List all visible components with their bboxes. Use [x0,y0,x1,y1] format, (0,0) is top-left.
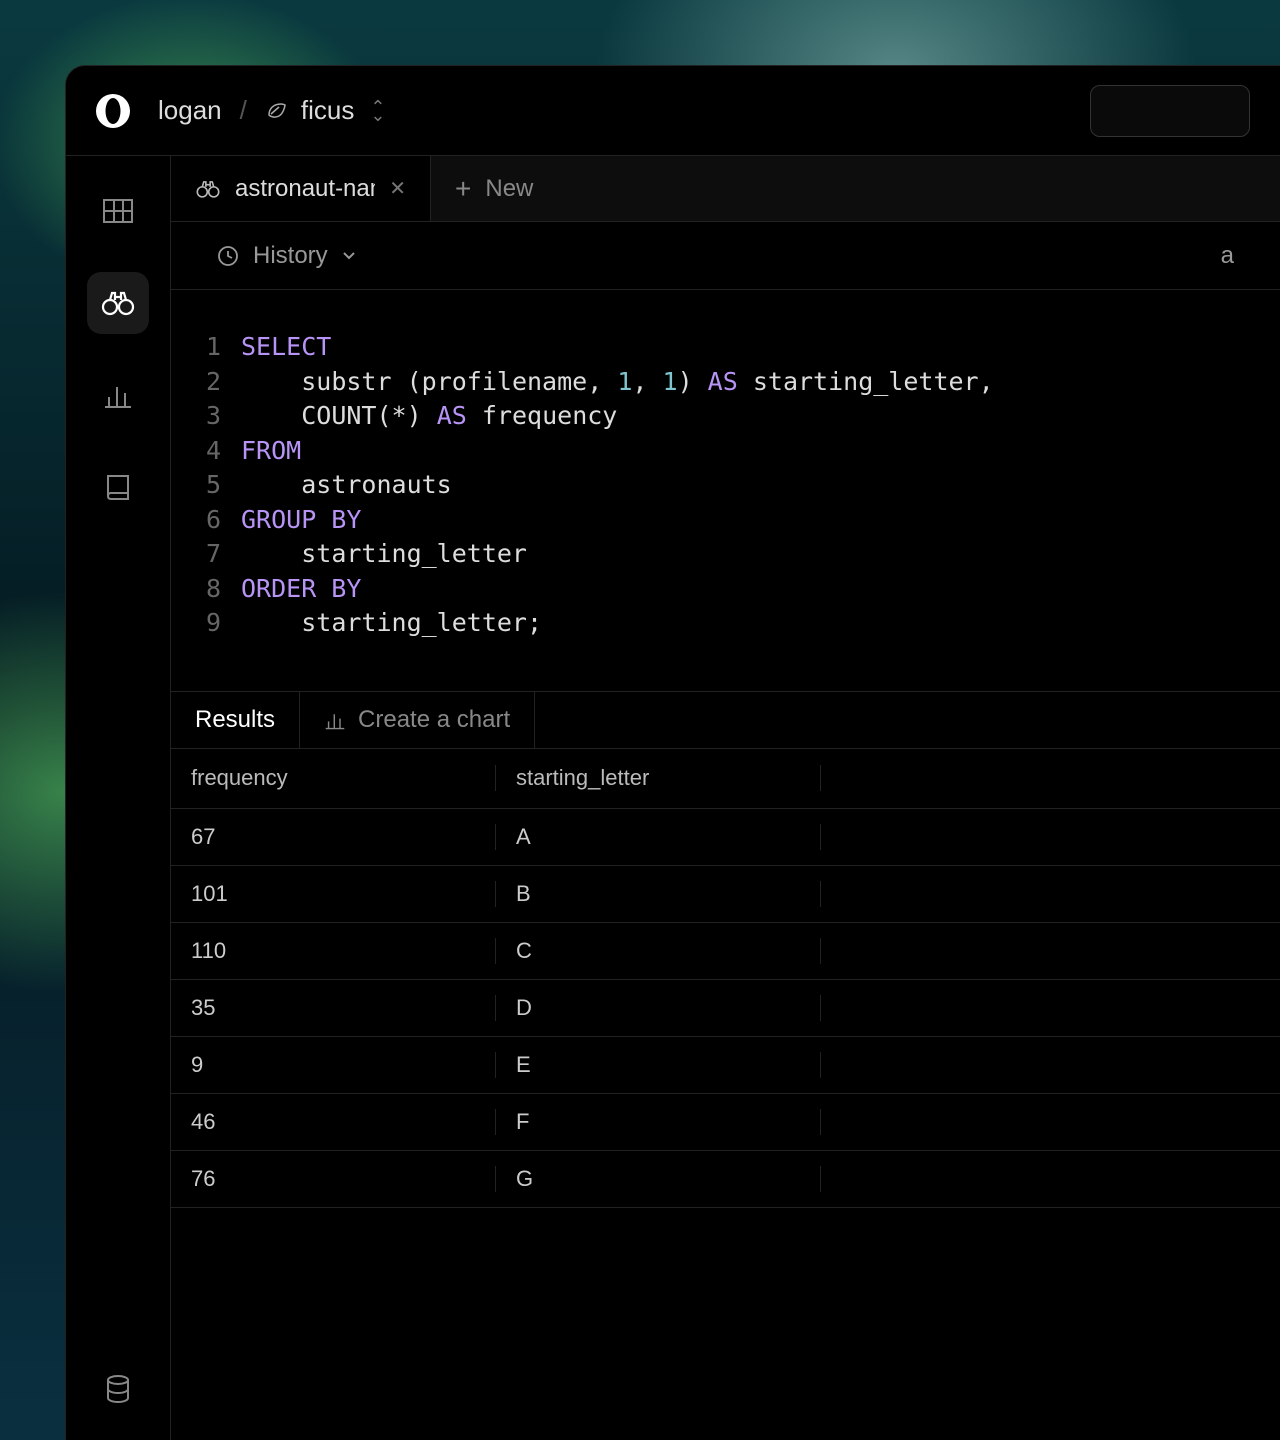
table-row[interactable]: 76G [171,1151,1280,1208]
results-tab-label: Results [195,706,275,734]
right-indicator: a [1221,242,1234,270]
sidebar [66,156,171,1440]
results-tab-label: Create a chart [358,706,510,734]
sidebar-charts[interactable] [87,364,149,426]
tabs-bar: astronaut-namin ✕ + New [171,156,1280,222]
line-number: 4 [171,434,221,469]
cell-frequency: 46 [171,1109,496,1135]
line-number: 5 [171,468,221,503]
breadcrumb-user[interactable]: logan [158,95,222,126]
breadcrumb: logan / ficus ⌃⌄ [158,95,385,126]
cell-letter: D [496,995,821,1021]
search-input[interactable] [1090,85,1250,137]
column-header[interactable]: frequency [171,765,496,791]
clock-icon [217,245,239,267]
titlebar: logan / ficus ⌃⌄ [66,66,1280,156]
cell-frequency: 110 [171,938,496,964]
history-dropdown[interactable]: History [217,242,356,270]
app-logo-icon[interactable] [96,94,130,128]
chevron-updown-icon[interactable]: ⌃⌄ [370,103,385,119]
table-row[interactable]: 46F [171,1094,1280,1151]
breadcrumb-project[interactable]: ficus ⌃⌄ [265,95,386,126]
breadcrumb-separator: / [240,95,247,126]
tab-new[interactable]: + New [431,156,1280,221]
history-label: History [253,242,328,270]
binoculars-icon [195,179,221,199]
cell-frequency: 101 [171,881,496,907]
results-tabs: Results Create a chart [171,691,1280,749]
line-number: 7 [171,537,221,572]
binoculars-icon [100,289,136,317]
tab-new-label: New [485,175,533,203]
app-window: logan / ficus ⌃⌄ [65,65,1280,1440]
leaf-icon [265,101,289,121]
line-number: 6 [171,503,221,538]
book-icon [104,472,132,502]
plus-icon: + [455,173,471,205]
line-number: 9 [171,606,221,641]
code-body: SELECT substr (profilename, 1, 1) AS sta… [241,330,994,641]
main-area: astronaut-namin ✕ + New History [66,156,1280,1440]
sidebar-explore[interactable] [87,272,149,334]
cell-letter: E [496,1052,821,1078]
cell-letter: G [496,1166,821,1192]
cell-letter: A [496,824,821,850]
breadcrumb-project-label: ficus [301,95,354,126]
bar-chart-icon [324,710,346,730]
table-icon [102,198,134,224]
history-bar: History a [171,222,1280,290]
results-tab-results[interactable]: Results [171,692,300,748]
line-gutter: 1 2 3 4 5 6 7 8 9 [171,330,241,641]
cell-frequency: 9 [171,1052,496,1078]
content-area: astronaut-namin ✕ + New History [171,156,1280,1440]
table-row[interactable]: 35D [171,980,1280,1037]
tab-active[interactable]: astronaut-namin ✕ [171,156,431,221]
sidebar-database[interactable] [87,1358,149,1420]
table-row[interactable]: 110C [171,923,1280,980]
cell-letter: B [496,881,821,907]
bar-chart-icon [103,381,133,409]
sidebar-tables[interactable] [87,180,149,242]
cell-frequency: 76 [171,1166,496,1192]
sidebar-docs[interactable] [87,456,149,518]
table-header-row: frequency starting_letter [171,749,1280,809]
database-icon [105,1375,131,1403]
line-number: 2 [171,365,221,400]
table-row[interactable]: 9E [171,1037,1280,1094]
column-header[interactable]: starting_letter [496,765,821,791]
tab-label: astronaut-namin [235,175,375,203]
results-table: frequency starting_letter 67A101B110C35D… [171,749,1280,1440]
line-number: 1 [171,330,221,365]
results-tab-chart[interactable]: Create a chart [300,692,535,748]
sql-editor[interactable]: 1 2 3 4 5 6 7 8 9 SELECT substr (profile… [171,290,1280,691]
cell-letter: F [496,1109,821,1135]
table-row[interactable]: 67A [171,809,1280,866]
chevron-down-icon [342,251,356,261]
cell-frequency: 35 [171,995,496,1021]
cell-frequency: 67 [171,824,496,850]
close-icon[interactable]: ✕ [389,176,406,201]
line-number: 8 [171,572,221,607]
cell-letter: C [496,938,821,964]
table-row[interactable]: 101B [171,866,1280,923]
line-number: 3 [171,399,221,434]
